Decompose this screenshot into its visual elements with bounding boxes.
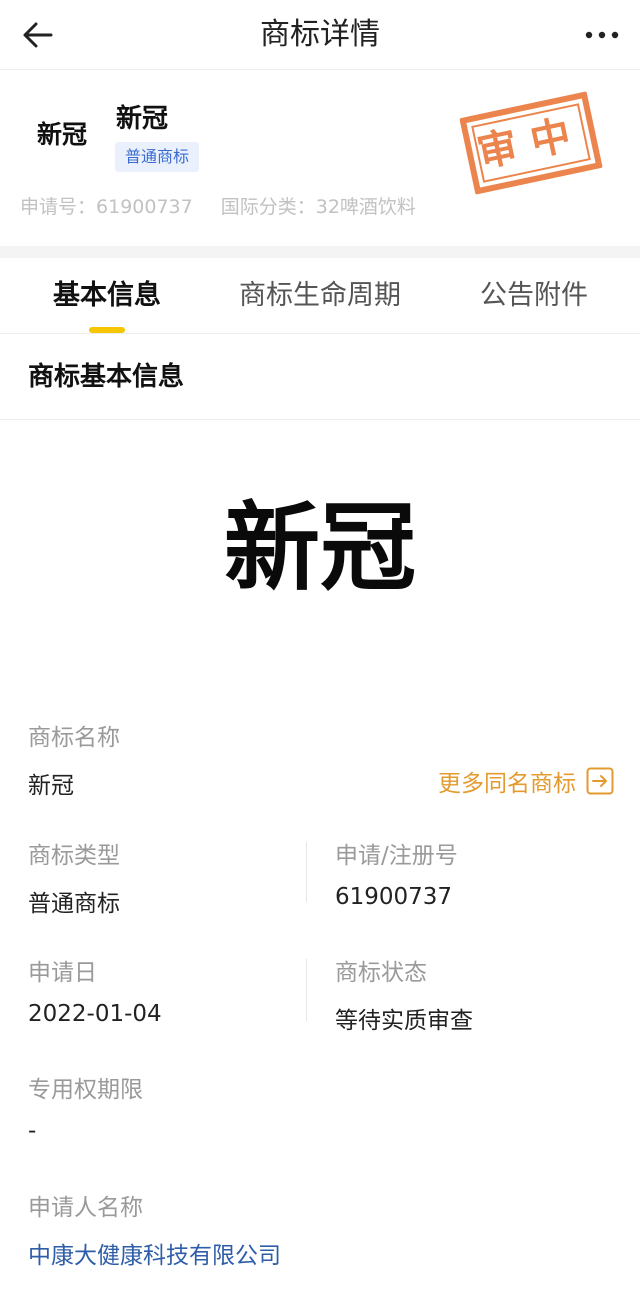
active-tab-indicator	[89, 327, 125, 333]
tab-basic-info[interactable]: 基本信息	[30, 258, 184, 334]
trademark-header-card: 新冠 新冠 普通商标 申请号：61900737 国际分类：32啤酒饮料 审中	[0, 70, 640, 246]
more-same-name-label: 更多同名商标	[438, 771, 576, 797]
exclusive-period-value: -	[28, 1118, 37, 1144]
section-title: 商标基本信息	[28, 362, 185, 392]
nav-bar: 商标详情	[0, 0, 640, 70]
trademark-image[interactable]: 新冠	[0, 488, 640, 608]
trademark-name-label: 商标名称	[28, 725, 120, 751]
intl-class-label: 国际分类：	[220, 196, 316, 218]
trademark-type-badge: 普通商标	[115, 142, 200, 172]
more-button[interactable]	[578, 15, 626, 55]
page-title: 商标详情	[260, 17, 380, 52]
trademark-type-value: 普通商标	[28, 891, 120, 917]
section-separator	[0, 246, 640, 258]
tab-announcements[interactable]: 公告附件	[462, 258, 606, 334]
registration-no-label: 申请/注册号	[335, 843, 458, 869]
trademark-logo-thumbnail[interactable]: 新冠	[24, 110, 100, 160]
tab-lifecycle[interactable]: 商标生命周期	[222, 258, 418, 334]
trademark-type-label: 商标类型	[28, 843, 120, 869]
more-same-name-link[interactable]: 更多同名商标	[438, 764, 614, 798]
trademark-name-value: 新冠	[28, 773, 74, 799]
apply-date-label: 申请日	[28, 960, 97, 986]
registration-no-value: 61900737	[335, 884, 453, 910]
arrow-right-box-icon	[586, 767, 614, 795]
exclusive-period-label: 专用权期限	[28, 1077, 143, 1103]
stamp-inner-border	[471, 103, 591, 183]
column-divider	[306, 959, 307, 1021]
more-dots-icon	[585, 31, 619, 39]
section-header: 商标基本信息	[0, 334, 640, 420]
intl-class-value: 32啤酒饮料	[315, 196, 416, 218]
application-no-value: 61900737	[96, 196, 193, 218]
tab-bar: 基本信息 商标生命周期 公告附件	[0, 258, 640, 334]
trademark-name: 新冠	[116, 104, 169, 134]
application-no-label: 申请号：	[20, 196, 97, 218]
applicant-name-link[interactable]: 中康大健康科技有限公司	[28, 1236, 281, 1270]
status-stamp: 审中	[459, 91, 603, 195]
trademark-meta-row: 申请号：61900737 国际分类：32啤酒饮料	[20, 192, 416, 219]
apply-date-value: 2022-01-04	[28, 1001, 162, 1027]
trademark-status-label: 商标状态	[335, 960, 427, 986]
applicant-label: 申请人名称	[28, 1195, 143, 1221]
trademark-status-value: 等待实质审查	[335, 1008, 473, 1034]
column-divider	[306, 842, 307, 902]
